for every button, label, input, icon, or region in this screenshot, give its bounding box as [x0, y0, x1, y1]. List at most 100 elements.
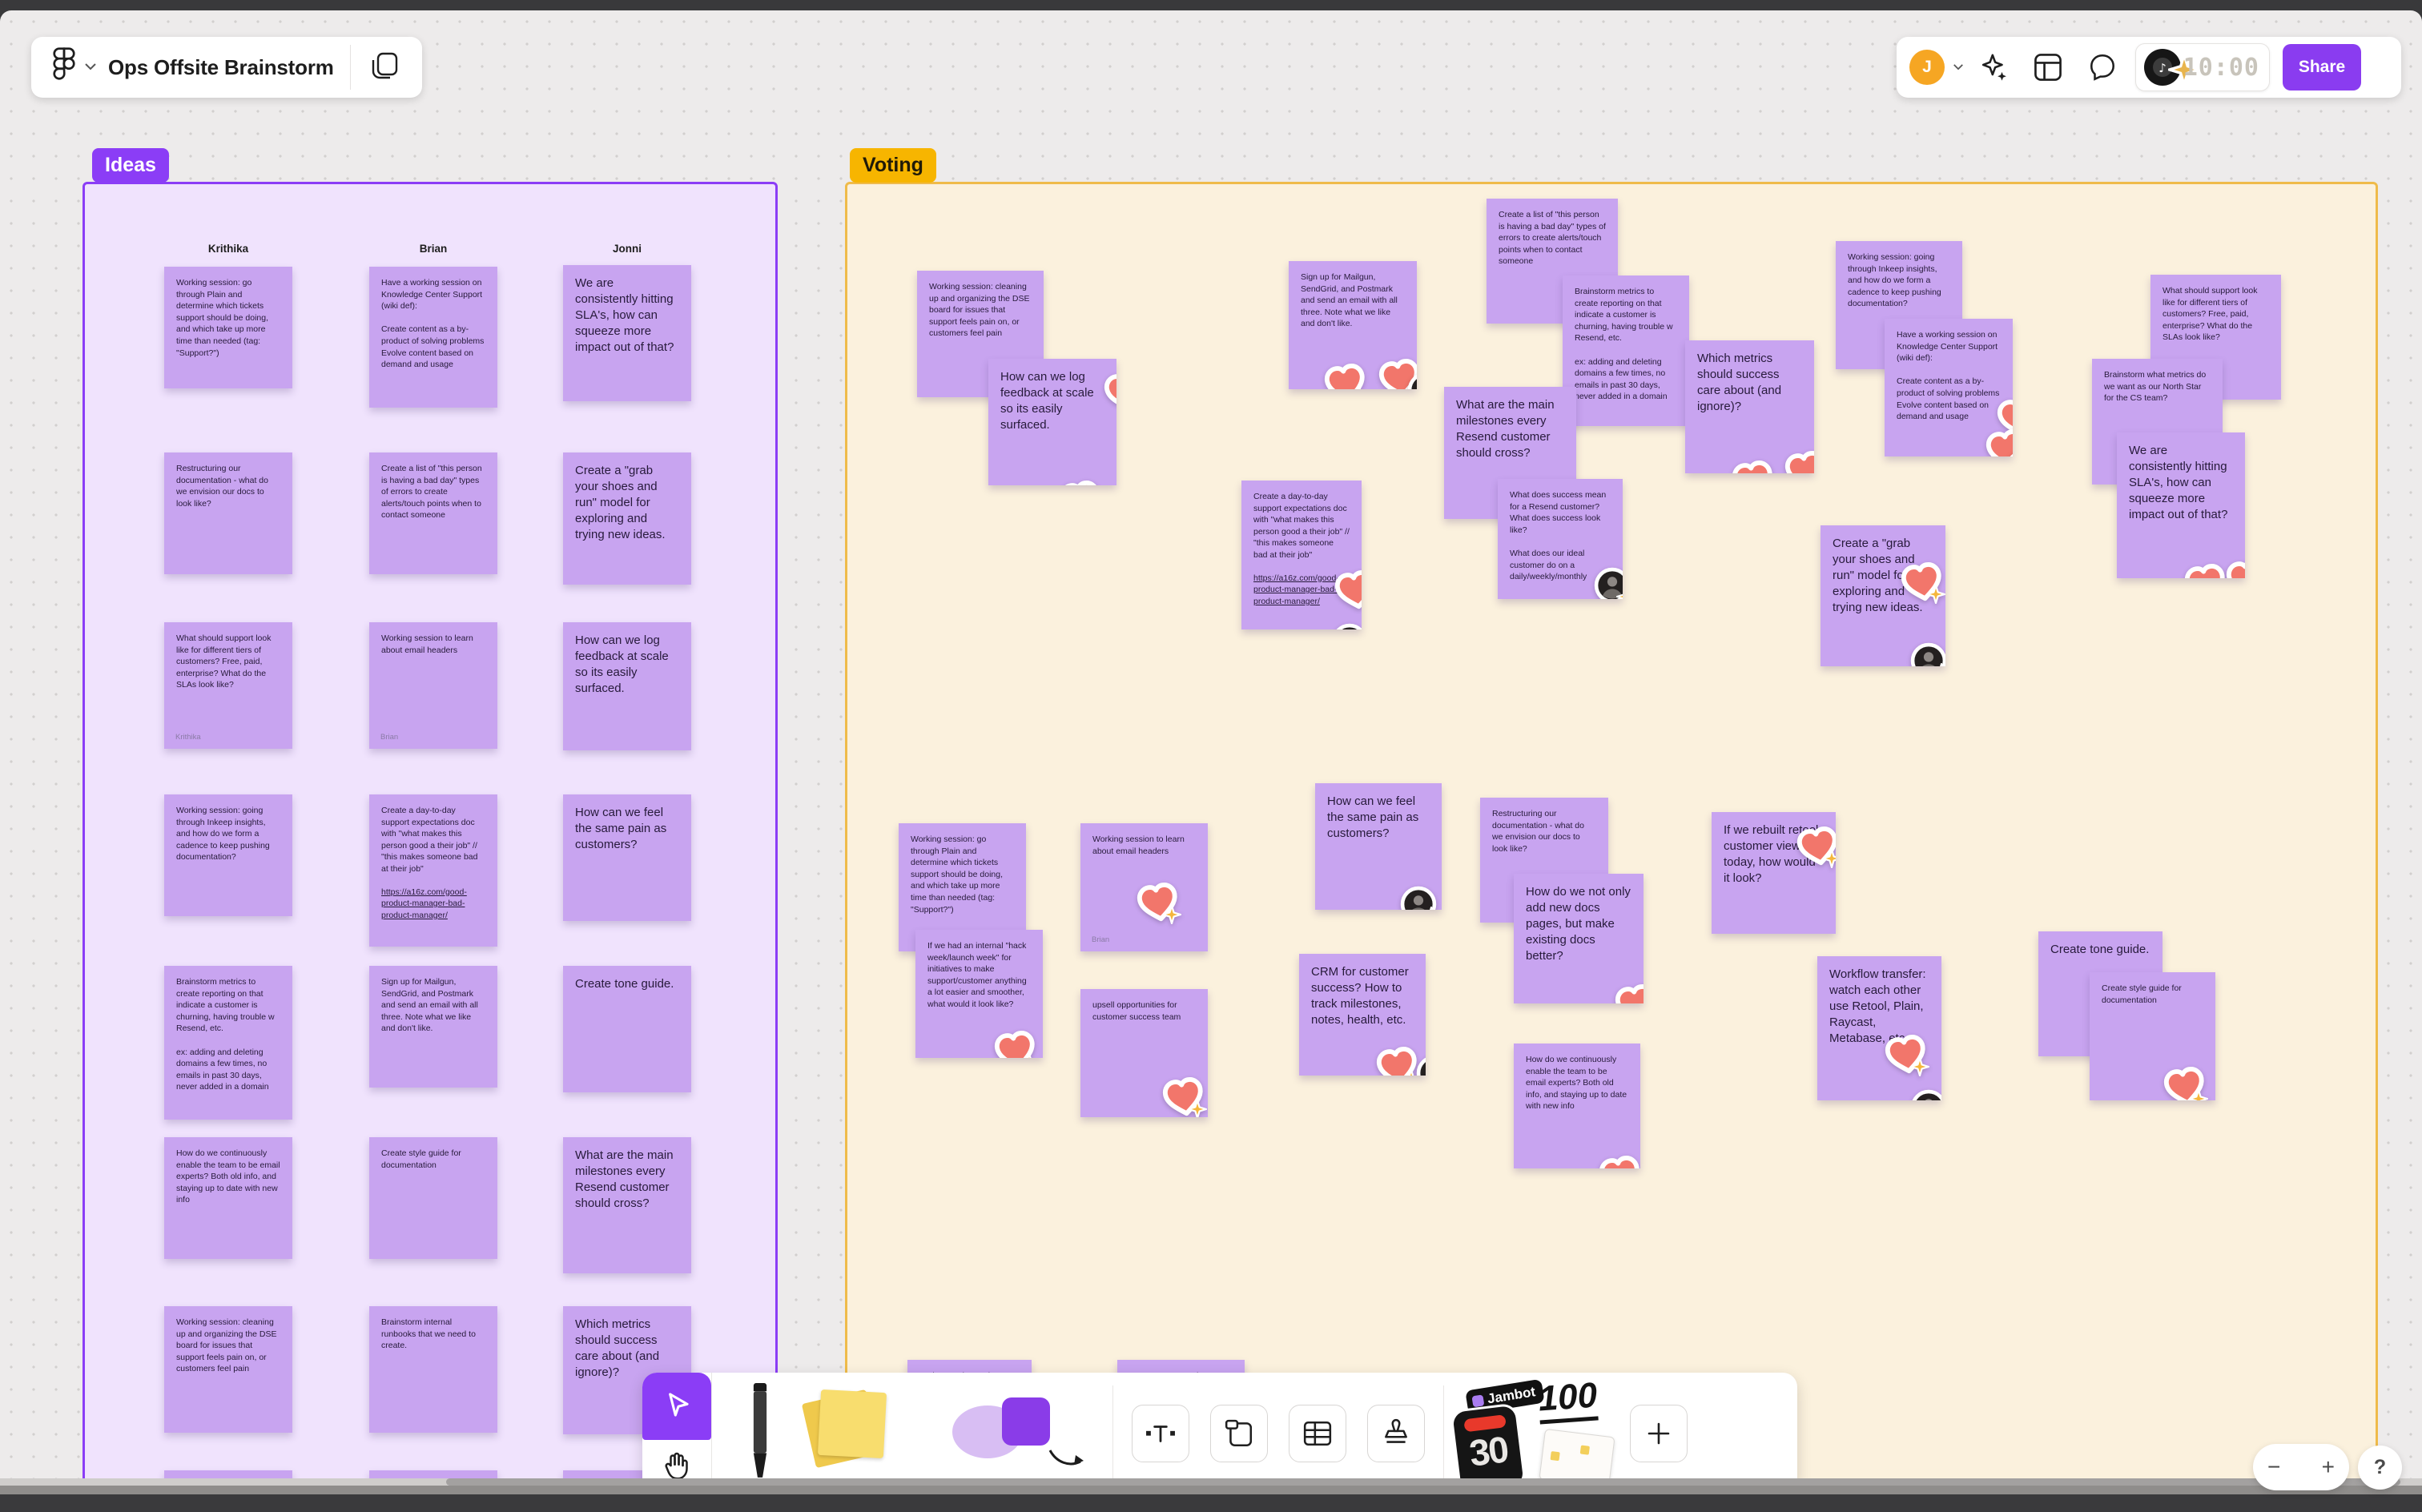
sticky-note[interactable]: How can we feel the same pain as custome… [1315, 783, 1442, 910]
sticky-note[interactable]: Working session: cleaning up and organiz… [164, 1306, 292, 1433]
main-menu-button[interactable] [31, 46, 108, 89]
sticky-link[interactable]: https://a16z.com/good-product-manager-ba… [381, 887, 485, 922]
avatar-sticker[interactable] [1910, 642, 1945, 666]
heart-sticker[interactable] [1599, 1156, 1640, 1168]
share-button[interactable]: Share [2283, 44, 2361, 90]
ai-sparkle-button[interactable] [1969, 43, 2018, 91]
heart-sticker[interactable] [1324, 364, 1372, 389]
sticky-note[interactable]: Which metrics should success care about … [1685, 340, 1814, 473]
avatar-sticker[interactable] [1331, 623, 1362, 629]
sticky-note[interactable]: Brainstorm metrics to create reporting o… [164, 966, 292, 1120]
heart-sticker[interactable] [1059, 481, 1107, 485]
select-tool[interactable] [642, 1373, 711, 1440]
heart-sticker[interactable] [1796, 826, 1836, 871]
sticky-note[interactable]: Have a working session on Knowledge Cent… [1885, 319, 2013, 456]
zoom-out-button[interactable]: − [2267, 1456, 2280, 1478]
sticky-note-tool[interactable] [801, 1389, 952, 1478]
sticky-note[interactable]: What does success mean for a Resend cust… [164, 1470, 292, 1478]
sticky-note[interactable]: Working session to learn about email hea… [369, 622, 497, 749]
zoom-in-button[interactable]: + [2322, 1456, 2335, 1478]
sticky-note[interactable]: What are the main milestones every Resen… [563, 1137, 691, 1273]
comments-button[interactable] [2078, 43, 2127, 91]
sticky-note[interactable]: How do we continuously enable the team t… [164, 1137, 292, 1259]
sticky-note[interactable]: Workflow transfer: watch each other use … [1817, 956, 1941, 1100]
sticky-note[interactable]: If we rebuilt retool customer view today… [1712, 812, 1836, 934]
chevron-down-icon[interactable] [1953, 60, 1964, 74]
stamp-tool[interactable] [1367, 1405, 1425, 1462]
sticky-note[interactable]: How do we not only add new docs pages, b… [1514, 874, 1644, 1003]
sticky-note[interactable]: Create a day-to-day support expectations… [369, 794, 497, 947]
horizontal-scrollbar-thumb[interactable] [446, 1478, 2400, 1486]
sticky-note[interactable]: How can we feel the same pain as custome… [563, 794, 691, 921]
pages-button[interactable] [351, 37, 418, 98]
sticky-note[interactable]: Create style guide for documentation [2090, 972, 2215, 1100]
heart-sticker[interactable] [1885, 1035, 1933, 1080]
sticky-note[interactable]: CRM for customer success? How to track m… [1299, 954, 1426, 1076]
heart-sticker[interactable] [1137, 883, 1185, 927]
avatar-sticker[interactable] [1407, 372, 1417, 389]
sticky-note[interactable]: Brainstorm internal runbooks that we nee… [369, 1306, 497, 1433]
sticky-note[interactable]: How do we continuously enable the team t… [1514, 1044, 1640, 1168]
avatar[interactable]: J [1909, 50, 1945, 85]
sticky-note[interactable]: Brainstorm metrics to create reporting o… [1563, 275, 1689, 426]
sticky-note[interactable]: Create tone guide. [563, 966, 691, 1092]
column-header: Brian [419, 243, 448, 255]
help-button[interactable]: ? [2358, 1446, 2402, 1490]
heart-sticker[interactable] [1615, 984, 1644, 1003]
ideas-section-label[interactable]: Ideas [92, 148, 169, 183]
sticky-note[interactable]: We are consistently hitting SLA's, how c… [563, 265, 691, 401]
sticky-note[interactable]: What should support look like for differ… [164, 622, 292, 749]
sticky-note[interactable]: Create style guide for documentation [369, 1137, 497, 1259]
sticky-note[interactable]: How can we log feedback at scale so its … [988, 359, 1116, 485]
heart-sticker[interactable] [1732, 460, 1780, 473]
heart-sticker[interactable] [1162, 1077, 1208, 1117]
sticky-text: How do we continuously enable the team t… [1526, 1055, 1630, 1112]
sticky-note[interactable]: Create a "grab your shoes and run" model… [1821, 525, 1945, 666]
shapes-tool[interactable] [952, 1397, 1104, 1470]
sticky-text: Which metrics should success care about … [575, 1317, 663, 1379]
avatar-sticker[interactable] [2005, 450, 2013, 456]
heart-sticker[interactable] [994, 1031, 1042, 1058]
sticky-text: Working session: go through Plain and de… [176, 278, 271, 358]
add-plugin-button[interactable] [1630, 1405, 1688, 1462]
marker-tool[interactable] [712, 1373, 808, 1494]
sticky-note[interactable]: Create a "grab your shoes and run" model… [563, 452, 691, 585]
sticky-note[interactable]: Have a working session on Knowledge Cent… [369, 267, 497, 408]
text-tool[interactable] [1132, 1405, 1189, 1462]
stickers-widgets-button[interactable]: Jambot 100 30 [1452, 1373, 1628, 1494]
sticky-note[interactable]: Working session to learn about email hea… [1080, 823, 1208, 951]
avatar-sticker[interactable] [1910, 1089, 1941, 1100]
sticky-note[interactable]: Working session: go through Plain and de… [164, 267, 292, 388]
avatar-sticker[interactable] [1594, 567, 1623, 599]
timer-widget[interactable]: ♪ 10:00 [2135, 43, 2270, 91]
sticky-note[interactable]: We are consistently hitting SLA's, how c… [2117, 432, 2245, 578]
avatar-sticker[interactable] [1400, 886, 1442, 910]
heart-sticker[interactable] [1901, 562, 1945, 607]
sticky-text: Brainstorm metrics to create reporting o… [1575, 287, 1673, 402]
avatar-sticker[interactable] [1416, 1055, 1426, 1076]
whiteboard-canvas[interactable]: Ideas Voting Krithika Working session: go… [0, 10, 2422, 1478]
table-tool[interactable] [1289, 1405, 1346, 1462]
sticky-text: Which metrics should success care about … [1697, 352, 1785, 413]
voting-section-label[interactable]: Voting [850, 148, 936, 183]
sticky-note[interactable]: If we had an internal "hack week/launch … [915, 930, 1043, 1058]
heart-sticker[interactable] [1104, 372, 1116, 416]
sticky-note[interactable]: Create a day-to-day support expectations… [1241, 481, 1362, 629]
heart-sticker[interactable] [1784, 451, 1814, 473]
heart-sticker[interactable] [2226, 559, 2245, 578]
sticky-note[interactable]: Create a list of "this person is having … [369, 452, 497, 574]
sticky-note[interactable]: Brainstorm what metrics do we want as ou… [369, 1470, 497, 1478]
sticky-note[interactable]: Working session: going through Inkeep in… [164, 794, 292, 916]
templates-button[interactable] [2023, 43, 2073, 91]
sticky-note[interactable]: Sign up for Mailgun, SendGrid, and Postm… [1289, 261, 1417, 389]
heart-sticker[interactable] [2163, 1067, 2211, 1100]
sticky-text: Create a list of "this person is having … [1499, 210, 1608, 267]
sticky-note[interactable]: Restructuring our documentation - what d… [164, 452, 292, 574]
section-tool[interactable] [1210, 1405, 1268, 1462]
sticky-note[interactable]: What does success mean for a Resend cust… [1498, 479, 1623, 599]
sticky-note[interactable]: How can we log feedback at scale so its … [563, 622, 691, 750]
sticky-note[interactable]: upsell opportunities for customer succes… [1080, 989, 1208, 1117]
heart-sticker[interactable] [1334, 570, 1362, 615]
sticky-note[interactable]: Sign up for Mailgun, SendGrid, and Postm… [369, 966, 497, 1088]
file-title[interactable]: Ops Offsite Brainstorm [108, 55, 350, 80]
